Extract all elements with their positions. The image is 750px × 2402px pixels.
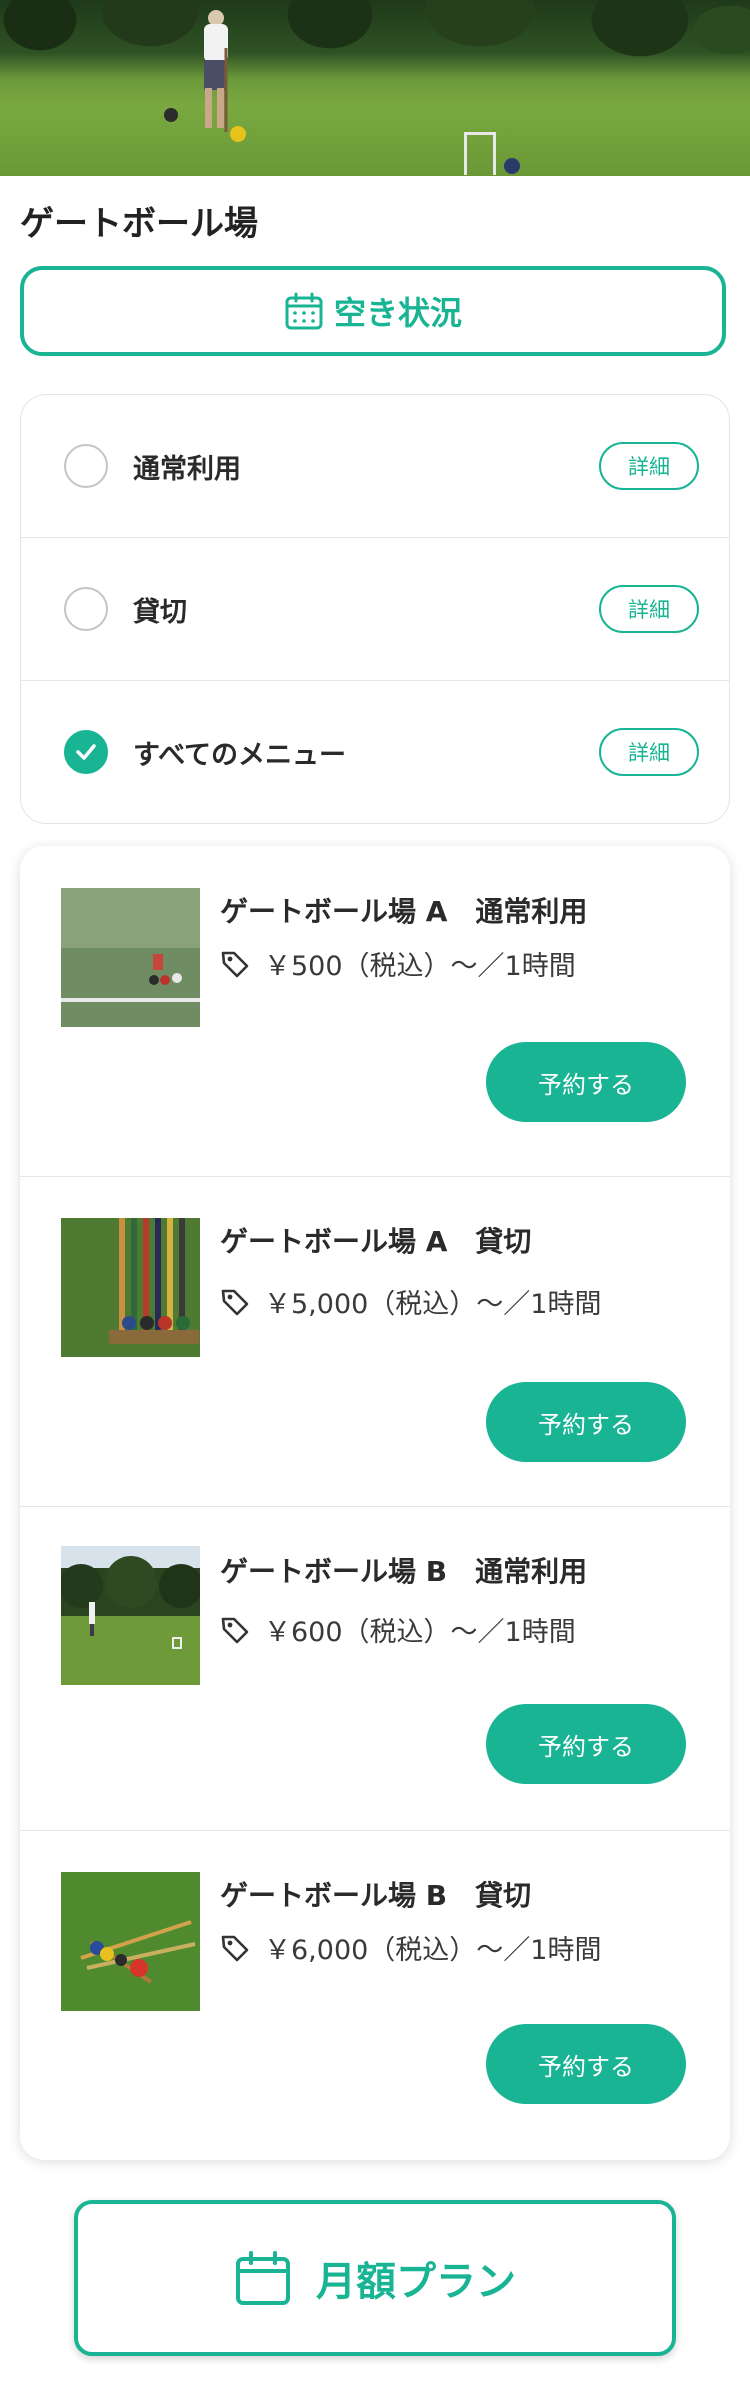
radio-button[interactable] [64, 587, 108, 631]
vacancy-button[interactable]: 空き状況 [20, 266, 726, 356]
menu-filter: 通常利用 詳細 貸切 詳細 すべてのメニュー 詳細 [20, 394, 730, 824]
menu-price: ￥500（税込）〜／1時間 [264, 951, 576, 982]
menu-item: ゲートボール場 B 貸切 ￥6,000（税込）〜／1時間 予約する [20, 1830, 730, 2160]
menu-thumbnail [61, 1872, 200, 2011]
reserve-button[interactable]: 予約する [486, 1382, 686, 1462]
filter-label: 貸切 [133, 596, 187, 628]
radio-button-checked[interactable] [64, 730, 108, 774]
reserve-button[interactable]: 予約する [486, 2024, 686, 2104]
filter-label: すべてのメニュー [133, 739, 347, 771]
detail-button[interactable]: 詳細 [599, 728, 699, 776]
menu-thumbnail [61, 888, 200, 1027]
ball-dark [164, 108, 178, 122]
menu-name: ゲートボール場 B 貸切 [220, 1879, 532, 1912]
wicket [464, 132, 496, 175]
player-figure [204, 10, 228, 132]
menu-name: ゲートボール場 B 通常利用 [220, 1555, 588, 1588]
reserve-button[interactable]: 予約する [486, 1042, 686, 1122]
menu-item: ゲートボール場 B 通常利用 ￥600（税込）〜／1時間 予約する [20, 1506, 730, 1831]
filter-all[interactable]: すべてのメニュー 詳細 [21, 681, 729, 823]
hero-image [0, 0, 750, 176]
menu-item: ゲートボール場 A 貸切 ￥5,000（税込）〜／1時間 予約する [20, 1176, 730, 1507]
price-tag-icon [221, 1935, 249, 1961]
detail-button[interactable]: 詳細 [599, 585, 699, 633]
vacancy-label: 空き状況 [333, 294, 462, 332]
price-tag-icon [221, 1289, 249, 1315]
menu-name: ゲートボール場 A 貸切 [220, 1225, 532, 1258]
page-title: ゲートボール場 [20, 204, 258, 244]
menu-list: ゲートボール場 A 通常利用 ￥500（税込）〜／1時間 予約する ゲートボール… [20, 846, 730, 2160]
filter-normal[interactable]: 通常利用 詳細 [21, 395, 729, 538]
monthly-plan-button[interactable]: 月額プラン [74, 2200, 676, 2356]
filter-charter[interactable]: 貸切 詳細 [21, 538, 729, 681]
monthly-plan-label: 月額プラン [316, 2259, 516, 2305]
price-row: ￥5,000（税込）〜／1時間 [220, 1282, 601, 1321]
price-tag-icon [221, 1617, 249, 1643]
radio-button[interactable] [64, 444, 108, 488]
menu-name: ゲートボール場 A 通常利用 [220, 895, 588, 928]
price-row: ￥600（税込）〜／1時間 [220, 1610, 576, 1649]
menu-price: ￥6,000（税込）〜／1時間 [264, 1935, 602, 1966]
ball-blue [504, 158, 520, 174]
filter-label: 通常利用 [133, 453, 241, 485]
price-row: ￥6,000（税込）〜／1時間 [220, 1928, 601, 1967]
price-row: ￥500（税込）〜／1時間 [220, 944, 576, 983]
menu-price: ￥5,000（税込）〜／1時間 [264, 1289, 602, 1320]
menu-thumbnail [61, 1546, 200, 1685]
menu-price: ￥600（税込）〜／1時間 [264, 1617, 576, 1648]
calendar-icon [285, 292, 323, 330]
detail-button[interactable]: 詳細 [599, 442, 699, 490]
check-icon [76, 744, 96, 760]
menu-thumbnail [61, 1218, 200, 1357]
ball-yellow [230, 126, 246, 142]
calendar-icon [236, 2251, 290, 2305]
price-tag-icon [221, 951, 249, 977]
reserve-button[interactable]: 予約する [486, 1704, 686, 1784]
menu-item: ゲートボール場 A 通常利用 ￥500（税込）〜／1時間 予約する [20, 846, 730, 1177]
